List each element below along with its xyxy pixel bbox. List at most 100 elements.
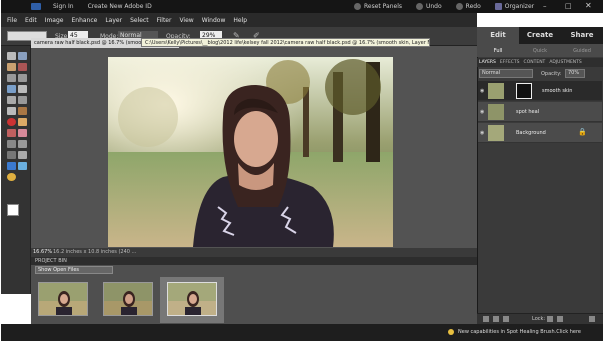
redo-button[interactable]: Redo — [455, 3, 481, 10]
sponge-tool-icon[interactable] — [7, 173, 16, 181]
menu-layer[interactable]: Layer — [105, 17, 122, 24]
visibility-eye-icon[interactable]: ◉ — [480, 109, 484, 115]
panel-tab-row: LAYERS EFFECTS CONTENT ADJUSTMENTS — [477, 58, 603, 67]
move-tool-icon[interactable] — [7, 52, 16, 60]
subtab-guided[interactable]: Guided — [561, 44, 603, 57]
app-menu-icon[interactable] — [31, 3, 41, 10]
panel-tab-content[interactable]: CONTENT — [524, 60, 546, 65]
layer-thumbnail — [488, 83, 504, 99]
layer-thumbnail — [488, 125, 504, 141]
blur-tool-icon[interactable] — [18, 162, 27, 170]
menu-window[interactable]: Window — [202, 17, 226, 24]
subtab-quick[interactable]: Quick — [519, 44, 561, 57]
canvas-photo[interactable] — [108, 57, 393, 247]
tab-share[interactable]: Share — [561, 27, 603, 44]
foreground-color-swatch[interactable] — [7, 204, 19, 216]
menu-edit[interactable]: Edit — [25, 17, 37, 24]
magic-wand-tool-icon[interactable] — [18, 85, 27, 93]
straighten-tool-icon[interactable] — [18, 107, 27, 115]
organizer-button[interactable]: Organizer — [494, 3, 534, 10]
minimize-button[interactable]: – — [543, 2, 547, 10]
sign-in-link[interactable]: Sign In — [53, 3, 74, 10]
subtab-full[interactable]: Full — [477, 44, 519, 57]
layer-row[interactable]: ◉ smooth skin — [478, 81, 602, 101]
layer-row[interactable]: ◉ Background 🔒 — [478, 123, 602, 143]
clone-stamp-tool-icon[interactable] — [7, 129, 16, 137]
menu-filter[interactable]: Filter — [157, 17, 172, 24]
reset-panels-button[interactable]: Reset Panels — [354, 3, 402, 10]
layer-opacity-label: Opacity: — [541, 71, 562, 77]
gradient-tool-icon[interactable] — [18, 151, 27, 159]
delete-layer-icon[interactable] — [589, 316, 595, 322]
layer-name: smooth skin — [542, 88, 573, 94]
new-capabilities-link[interactable]: New capabilities in Spot Healing Brush.C… — [458, 329, 581, 335]
spot-healing-brush-icon[interactable] — [18, 118, 27, 126]
bin-thumbnail[interactable] — [103, 282, 153, 316]
menu-select[interactable]: Select — [130, 17, 149, 24]
lock-all-icon[interactable] — [557, 316, 563, 322]
hand-tool-icon[interactable] — [7, 63, 16, 71]
layer-thumbnail — [488, 104, 504, 120]
eraser-tool-icon[interactable] — [18, 129, 27, 137]
mode-tabs: Edit Create Share — [477, 27, 603, 44]
maximize-button[interactable]: □ — [565, 2, 572, 10]
marquee-tool-icon[interactable] — [7, 74, 16, 82]
red-eye-tool-icon[interactable] — [7, 118, 16, 126]
project-bin-header: PROJECT BIN — [31, 257, 477, 265]
reset-panels-icon — [354, 3, 361, 10]
layer-opacity-input[interactable]: 70% — [565, 69, 585, 78]
close-button[interactable]: ✕ — [585, 1, 592, 10]
status-bar: New capabilities in Spot Healing Brush.C… — [1, 324, 603, 341]
panel-tab-adjustments[interactable]: ADJUSTMENTS — [549, 60, 581, 65]
menu-view[interactable]: View — [179, 17, 193, 24]
lock-label: Lock: — [532, 316, 546, 322]
organizer-icon — [494, 3, 502, 10]
zoom-level[interactable]: 16.67% — [33, 249, 52, 255]
create-adobe-id-link[interactable]: Create New Adobe ID — [88, 3, 152, 10]
brush-tool-icon[interactable] — [7, 140, 16, 148]
title-bar: Sign In Create New Adobe ID Reset Panels… — [1, 0, 603, 13]
bin-thumbnail[interactable] — [38, 282, 88, 316]
eyedropper-tool-icon[interactable] — [18, 63, 27, 71]
visibility-eye-icon[interactable]: ◉ — [480, 130, 484, 136]
new-layer-icon[interactable] — [483, 316, 489, 322]
smart-brush-tool-icon[interactable] — [18, 140, 27, 148]
lasso-tool-icon[interactable] — [18, 74, 27, 82]
edit-subtabs: Full Quick Guided — [477, 44, 603, 57]
recompose-tool-icon[interactable] — [7, 107, 16, 115]
menu-file[interactable]: File — [7, 17, 17, 24]
tip-lightbulb-icon — [448, 329, 454, 335]
quick-selection-tool-icon[interactable] — [7, 85, 16, 93]
type-tool-icon[interactable] — [7, 96, 16, 104]
zoom-tool-icon[interactable] — [18, 52, 27, 60]
document-dimensions: 16.2 inches x 10.8 inches (240 ... — [53, 249, 137, 255]
document-status-bar: 16.67% 16.2 inches x 10.8 inches (240 ..… — [31, 248, 477, 257]
layer-name: spot heal — [516, 109, 540, 115]
undo-button[interactable]: Undo — [415, 3, 442, 10]
project-bin: Show Open Files — [31, 265, 477, 324]
layer-row[interactable]: ◉ spot heal — [478, 102, 602, 122]
document-path-tooltip: C:\Users\Kelly\Pictures\__blog\2012 life… — [141, 38, 430, 47]
panel-tab-layers[interactable]: LAYERS — [479, 60, 496, 65]
bin-thumbnail-active[interactable] — [167, 282, 217, 316]
tab-create[interactable]: Create — [519, 27, 561, 44]
paint-bucket-tool-icon[interactable] — [7, 151, 16, 159]
tab-edit[interactable]: Edit — [477, 27, 519, 44]
project-bin-filter-select[interactable]: Show Open Files — [35, 266, 113, 274]
add-mask-icon[interactable] — [503, 316, 509, 322]
undo-icon — [415, 3, 423, 10]
menu-help[interactable]: Help — [233, 17, 247, 24]
new-adjustment-icon[interactable] — [493, 316, 499, 322]
toolbox — [1, 46, 31, 294]
blend-mode-select[interactable]: Normal — [479, 69, 533, 78]
lock-transparency-icon[interactable] — [547, 316, 553, 322]
visibility-eye-icon[interactable]: ◉ — [480, 88, 484, 94]
crop-tool-icon[interactable] — [18, 96, 27, 104]
menu-bar: File Edit Image Enhance Layer Select Fil… — [1, 13, 477, 27]
layer-mask-thumbnail[interactable] — [516, 83, 532, 99]
menu-enhance[interactable]: Enhance — [71, 17, 97, 24]
panel-tab-effects[interactable]: EFFECTS — [500, 60, 520, 65]
menu-image[interactable]: Image — [45, 17, 64, 24]
shape-tool-icon[interactable] — [7, 162, 16, 170]
lock-icon: 🔒 — [578, 128, 587, 136]
